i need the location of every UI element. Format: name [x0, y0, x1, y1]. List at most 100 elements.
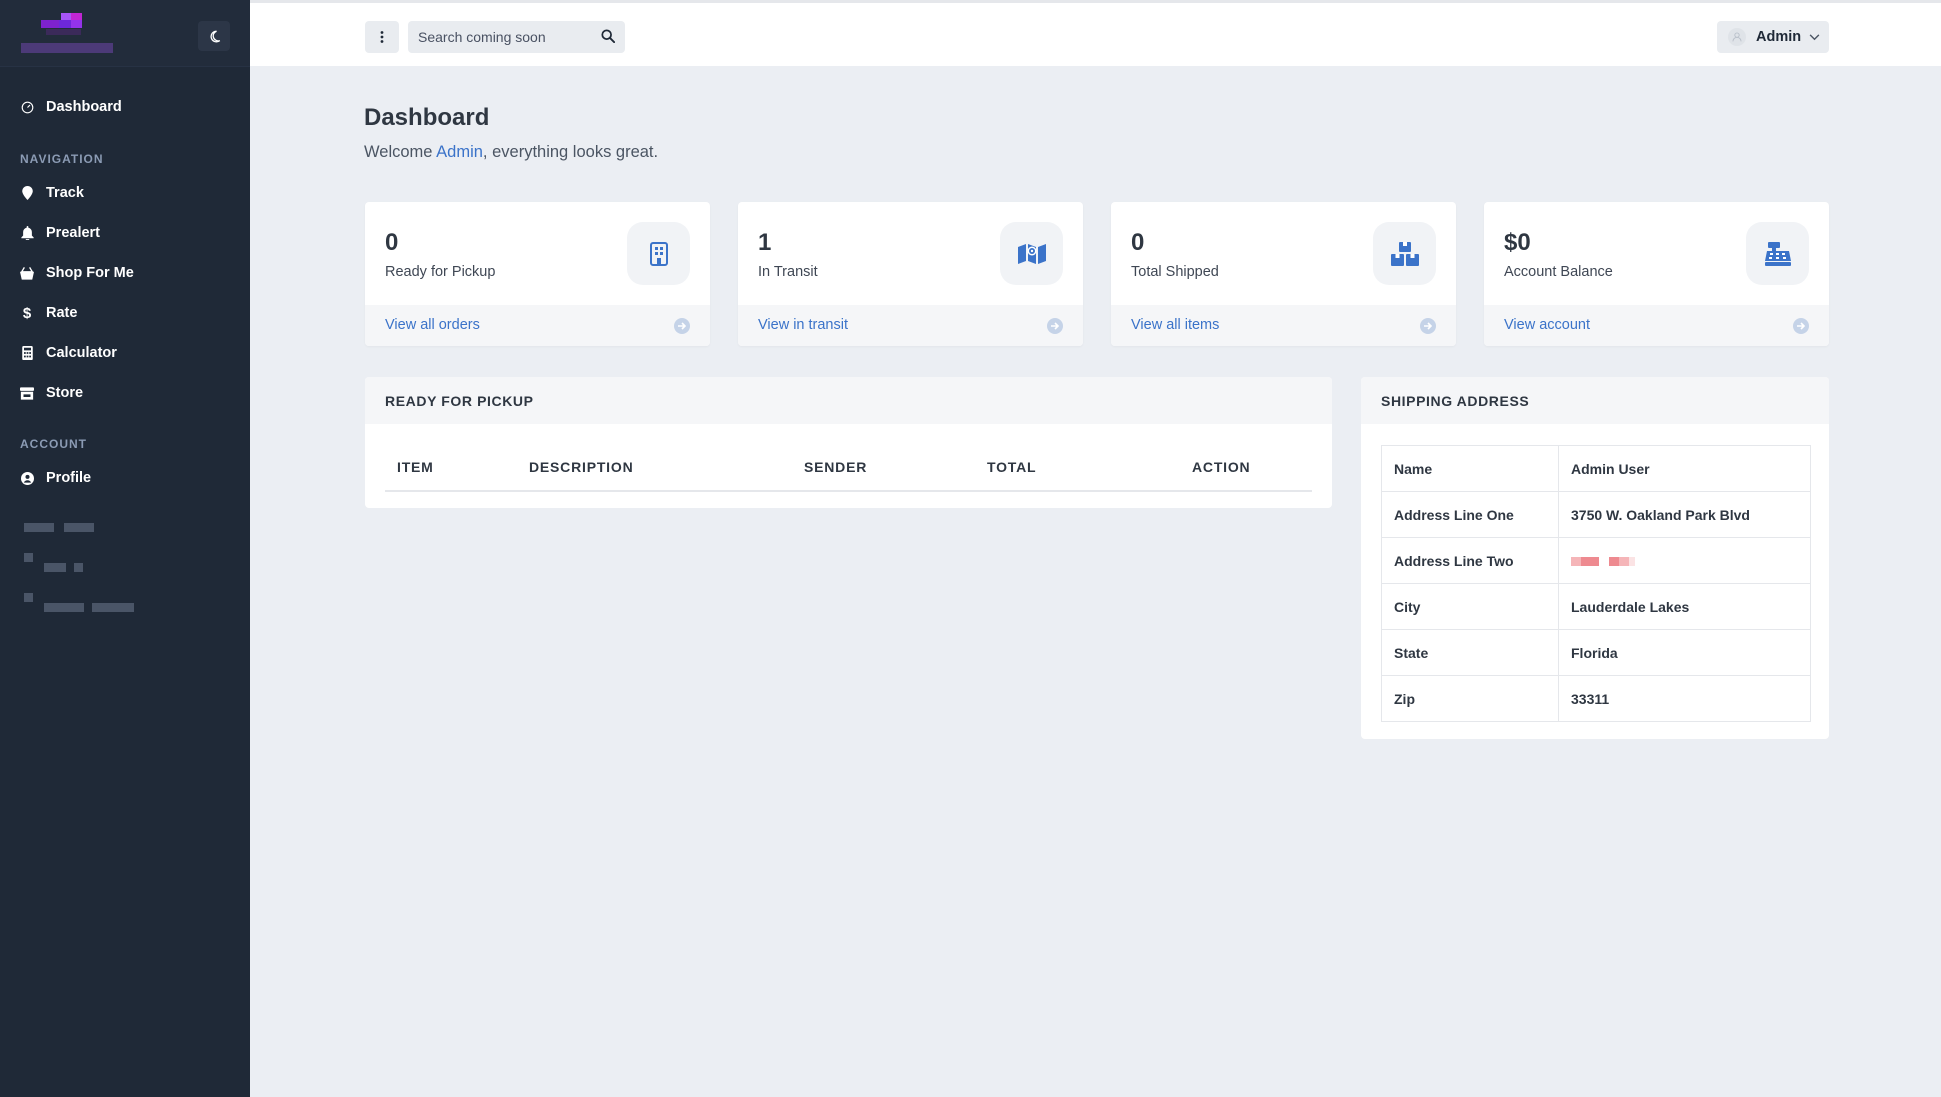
arrow-circle-right-icon[interactable] — [1793, 318, 1809, 339]
user-icon — [1732, 32, 1742, 42]
stat-card-in-transit: 1 In Transit View in transit — [738, 202, 1083, 346]
sidebar-section-account: ACCOUNT — [20, 437, 87, 451]
user-menu-button[interactable]: Admin — [1717, 21, 1829, 53]
sidebar-item-calculator[interactable]: Calculator — [20, 342, 117, 364]
view-in-transit-link[interactable]: View in transit — [758, 317, 848, 333]
ready-for-pickup-panel: READY FOR PICKUP ITEM DESCRIPTION SENDER… — [365, 377, 1332, 508]
table-row: State Florida — [1381, 629, 1811, 676]
sidebar-item-prealert[interactable]: Prealert — [20, 222, 100, 244]
redacted-block — [44, 603, 84, 612]
sidebar-item-label: Shop For Me — [46, 265, 134, 281]
redacted-block — [1581, 557, 1599, 567]
address-value: Admin User — [1558, 445, 1811, 492]
sidebar-item-track[interactable]: Track — [20, 182, 84, 204]
stat-card-footer: View all items — [1111, 305, 1456, 346]
top-bar: Admin — [250, 0, 1941, 66]
view-all-orders-link[interactable]: View all orders — [385, 317, 480, 333]
map-pin-icon — [20, 186, 34, 200]
panel-title: READY FOR PICKUP — [385, 393, 534, 409]
redacted-block — [1599, 557, 1609, 566]
stat-card-total-shipped: 0 Total Shipped View all items — [1111, 202, 1456, 346]
table-row: Name Admin User — [1381, 445, 1811, 492]
stat-card-account-balance: $0 Account Balance View account — [1484, 202, 1829, 346]
address-value: 3750 W. Oakland Park Blvd — [1558, 491, 1811, 538]
address-value: Lauderdale Lakes — [1558, 583, 1811, 630]
welcome-prefix: Welcome — [364, 143, 437, 161]
redacted-block — [24, 553, 33, 562]
brand-logo[interactable] — [21, 13, 113, 55]
welcome-user-name: Admin — [436, 143, 483, 161]
sidebar: Dashboard NAVIGATION Track Prealert Shop… — [0, 0, 250, 1097]
more-options-button[interactable] — [365, 21, 399, 53]
stat-card-footer: View account — [1484, 305, 1829, 346]
stat-icon-box — [1373, 222, 1436, 285]
shipping-address-panel: SHIPPING ADDRESS Name Admin User Address… — [1361, 377, 1829, 739]
sidebar-section-navigation: NAVIGATION — [20, 152, 104, 166]
address-key: Address Line Two — [1381, 537, 1559, 584]
redacted-block — [1609, 557, 1619, 567]
stat-icon-box — [1000, 222, 1063, 285]
avatar — [1728, 28, 1746, 46]
stat-value: 0 — [385, 229, 399, 256]
table-row: City Lauderdale Lakes — [1381, 583, 1811, 630]
address-key: Address Line One — [1381, 491, 1559, 538]
column-header-total: TOTAL — [987, 459, 1037, 475]
calculator-icon — [20, 346, 34, 360]
sidebar-item-dashboard[interactable]: Dashboard — [20, 96, 122, 118]
view-account-link[interactable]: View account — [1504, 317, 1590, 333]
stat-card-footer: View all orders — [365, 305, 710, 346]
sidebar-item-label: Track — [46, 185, 84, 201]
redacted-block — [1571, 557, 1581, 567]
chevron-down-icon — [1809, 29, 1820, 45]
sidebar-item-profile[interactable]: Profile — [20, 467, 91, 489]
redacted-block — [92, 603, 134, 612]
arrow-circle-right-icon[interactable] — [674, 318, 690, 339]
welcome-message: Welcome Admin, everything looks great. — [364, 143, 658, 162]
address-value: Florida — [1558, 629, 1811, 676]
panel-header: READY FOR PICKUP — [365, 377, 1332, 424]
sidebar-item-shop-for-me[interactable]: Shop For Me — [20, 262, 134, 284]
building-icon — [649, 241, 668, 266]
search-icon[interactable] — [601, 29, 616, 48]
redacted-block — [64, 523, 94, 532]
view-all-items-link[interactable]: View all items — [1131, 317, 1219, 333]
address-key: Zip — [1381, 675, 1559, 722]
gauge-icon — [20, 100, 34, 114]
stat-value: 0 — [1131, 229, 1145, 256]
shopping-basket-icon — [20, 266, 34, 280]
address-value: 33311 — [1558, 675, 1811, 722]
dollar-icon: $ — [22, 304, 32, 322]
boxes-icon — [1390, 241, 1419, 266]
arrow-circle-right-icon[interactable] — [1047, 318, 1063, 339]
sidebar-item-label: Prealert — [46, 225, 101, 241]
user-name: Admin — [1756, 29, 1802, 45]
page-title: Dashboard — [364, 104, 490, 131]
search-input[interactable] — [408, 21, 598, 53]
sidebar-item-label: Dashboard — [46, 99, 122, 115]
redacted-block — [24, 593, 33, 602]
sidebar-item-label: Store — [46, 385, 84, 401]
bell-icon — [20, 226, 34, 240]
store-icon — [20, 386, 34, 400]
stat-value: $0 — [1504, 229, 1531, 256]
stat-card-footer: View in transit — [738, 305, 1083, 346]
address-key: Name — [1381, 445, 1559, 492]
redacted-block — [44, 563, 66, 572]
column-header-description: DESCRIPTION — [529, 459, 634, 475]
stat-card-ready-for-pickup: 0 Ready for Pickup View all orders — [365, 202, 710, 346]
column-header-item: ITEM — [397, 459, 434, 475]
sidebar-item-label: Profile — [46, 470, 92, 486]
stat-label: In Transit — [758, 264, 818, 280]
address-table: Name Admin User Address Line One 3750 W.… — [1381, 445, 1811, 722]
map-icon — [1017, 243, 1046, 264]
sidebar-item-rate[interactable]: $ Rate — [20, 302, 78, 324]
sidebar-item-store[interactable]: Store — [20, 382, 83, 404]
column-header-sender: SENDER — [804, 459, 868, 475]
search-box — [408, 21, 625, 53]
sidebar-header — [0, 0, 250, 67]
arrow-circle-right-icon[interactable] — [1420, 318, 1436, 339]
stat-icon-box — [1746, 222, 1809, 285]
panel-title: SHIPPING ADDRESS — [1381, 393, 1530, 409]
address-key: City — [1381, 583, 1559, 630]
dark-mode-toggle[interactable] — [198, 21, 230, 51]
